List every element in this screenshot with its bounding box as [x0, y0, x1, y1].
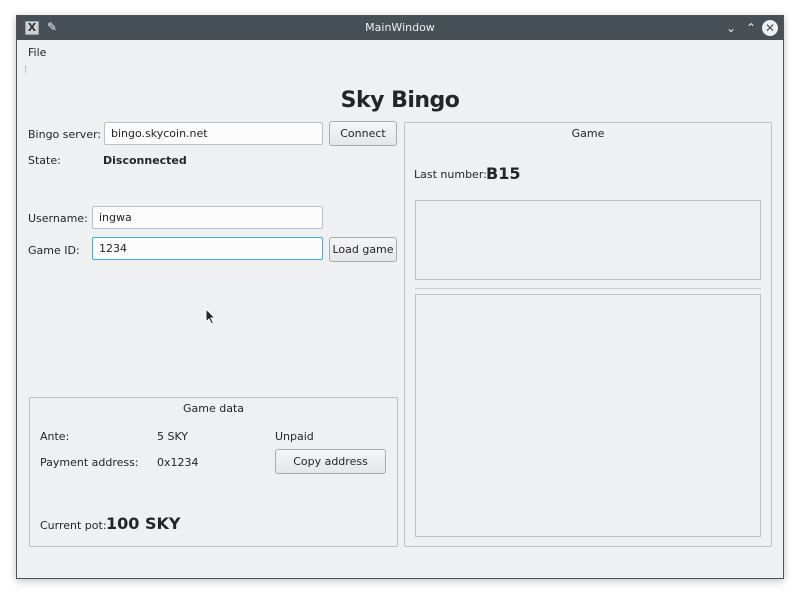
current-pot-label: Current pot:: [40, 519, 107, 532]
state-value: Disconnected: [103, 154, 187, 167]
bingo-card-panel: [415, 294, 761, 537]
mouse-cursor-icon: [205, 308, 217, 325]
game-id-input[interactable]: 1234: [92, 237, 323, 260]
titlebar[interactable]: X ✎ MainWindow ⌄ ⌃ ✕: [17, 16, 783, 40]
server-label: Bingo server:: [28, 128, 102, 141]
minimize-button[interactable]: ⌄: [723, 20, 739, 36]
load-game-button[interactable]: Load game: [329, 237, 397, 262]
ante-label: Ante:: [40, 430, 70, 443]
state-label: State:: [28, 154, 61, 167]
toolbar-grip[interactable]: [25, 66, 27, 74]
payment-status: Unpaid: [275, 430, 314, 443]
maximize-button[interactable]: ⌃: [743, 20, 759, 36]
window-title: MainWindow: [365, 21, 435, 34]
game-title: Game: [571, 127, 605, 140]
username-input[interactable]: ingwa: [92, 206, 323, 229]
game-data-title: Game data: [182, 402, 245, 415]
username-label: Username:: [28, 212, 88, 225]
ante-value: 5 SKY: [157, 430, 189, 443]
page-title: Sky Bingo: [340, 88, 460, 113]
payment-address-value: 0x1234: [157, 456, 199, 469]
payment-address-label: Payment address:: [40, 456, 139, 469]
copy-address-button[interactable]: Copy address: [275, 449, 386, 474]
game-id-label: Game ID:: [28, 244, 80, 257]
menu-file[interactable]: File: [28, 46, 46, 59]
last-number-label: Last number:: [414, 168, 487, 181]
current-pot-value: 100 SKY: [106, 514, 181, 533]
game-data-group: Game data Ante: 5 SKY Unpaid Payment add…: [29, 397, 398, 547]
main-window: X ✎ MainWindow ⌄ ⌃ ✕ File Sky Bingo Bing…: [16, 15, 784, 579]
game-group: Game Last number: B15: [404, 122, 772, 547]
server-input[interactable]: bingo.skycoin.net: [104, 122, 323, 145]
panel-separator[interactable]: [415, 288, 761, 289]
close-button[interactable]: ✕: [762, 20, 778, 36]
menubar: File: [17, 40, 783, 62]
status-bar: [17, 548, 783, 578]
last-number-value: B15: [486, 164, 521, 183]
called-numbers-panel: [415, 200, 761, 280]
connect-button[interactable]: Connect: [329, 121, 397, 146]
